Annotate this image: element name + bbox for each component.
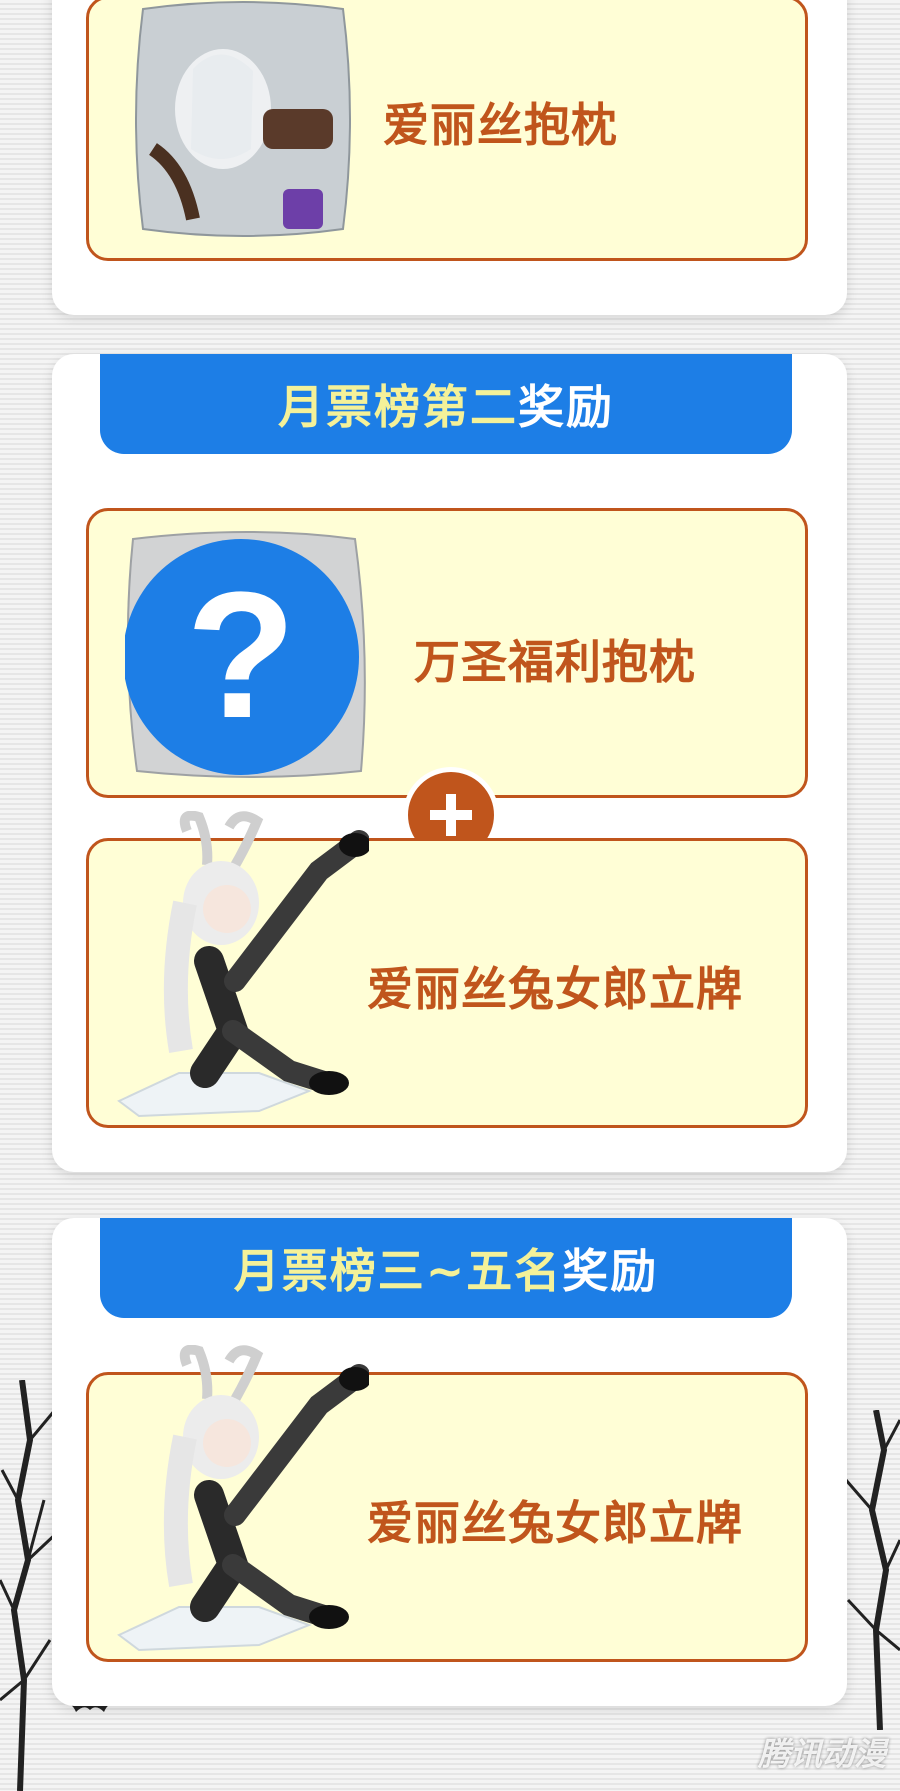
reward-card-third: 月票榜三~五名 奖励 爱丽丝兔女郎立牌 [52,1218,847,1706]
alice-pillow-image [133,0,353,239]
tree-right-icon [844,1410,900,1730]
watermark: 腾讯动漫 [757,1735,886,1773]
reward-card-first: 爱丽丝抱枕 [52,0,847,315]
section-banner: 月票榜第二 奖励 [100,354,792,454]
prize-box: 爱丽丝抱枕 [86,0,808,261]
halloween-pillow-image: ? [123,531,375,781]
prize-label: 爱丽丝抱枕 [383,98,618,152]
svg-text:?: ? [186,555,296,756]
banner-rest: 奖励 [562,1244,659,1298]
prize-label: 爱丽丝兔女郎立牌 [367,962,743,1016]
banner-rest: 奖励 [518,380,614,434]
banner-highlight: 月票榜第二 [278,380,518,434]
reward-card-second: 月票榜第二 奖励 ? 万圣福利抱枕 爱丽丝兔女郎立牌 [52,354,847,1172]
prize-box: 爱丽丝兔女郎立牌 [86,810,808,1128]
prize-label: 万圣福利抱枕 [414,635,696,689]
prize-label: 爱丽丝兔女郎立牌 [367,1496,743,1550]
prize-box: 爱丽丝兔女郎立牌 [86,1344,808,1662]
bunny-stand-image [109,810,371,1121]
section-banner: 月票榜三~五名 奖励 [100,1218,792,1318]
prize-box: ? 万圣福利抱枕 [86,508,808,798]
banner-highlight: 月票榜三~五名 [233,1244,563,1298]
bunny-stand-image [109,1344,371,1655]
